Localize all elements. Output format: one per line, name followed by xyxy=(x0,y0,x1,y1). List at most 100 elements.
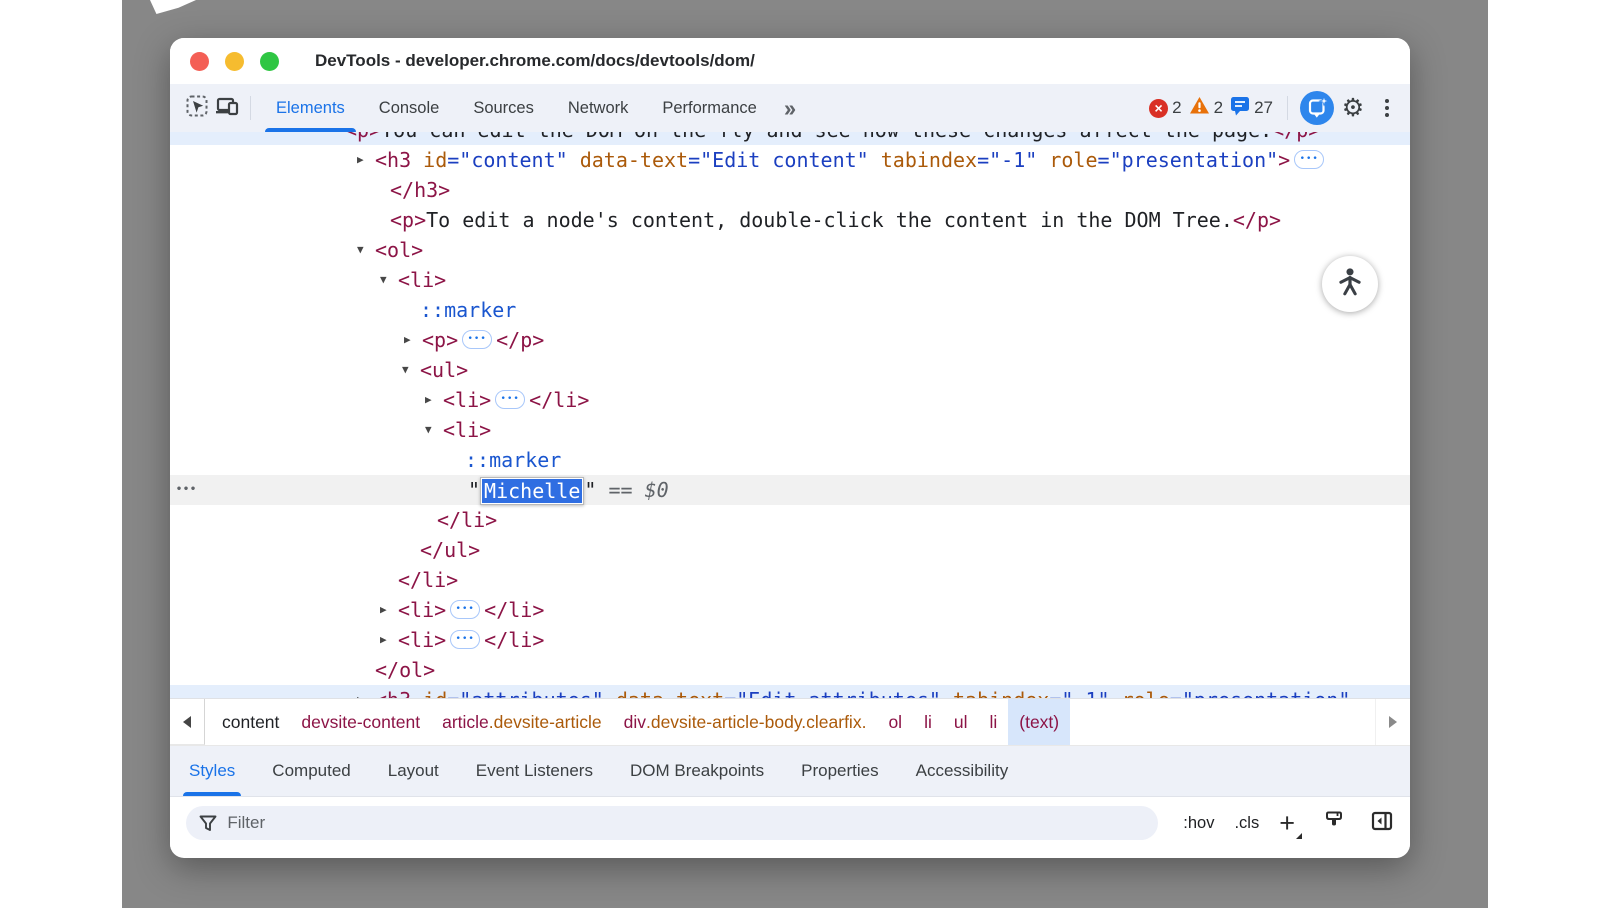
breadcrumb-scroll-left-button[interactable] xyxy=(170,699,205,745)
breadcrumb-item[interactable]: (text) xyxy=(1008,699,1070,745)
settings-button[interactable]: ⚙ xyxy=(1338,93,1368,123)
dom-tree-row[interactable]: </ol> xyxy=(170,655,1410,685)
inline-expand-icon[interactable]: ••• xyxy=(495,390,525,409)
dom-tree-row[interactable]: ▶ <h3 id="content" data-text="Edit conten… xyxy=(170,145,1410,175)
breadcrumb-scroll-right-button[interactable] xyxy=(1375,699,1410,745)
breadcrumb-item[interactable]: li xyxy=(913,699,943,745)
filter-input[interactable] xyxy=(225,812,1146,834)
breadcrumb-item[interactable]: ul xyxy=(943,699,979,745)
dom-node-text: <li>•••</li> xyxy=(398,625,544,655)
dom-node-text: <li>•••</li> xyxy=(443,385,589,415)
tab-elements[interactable]: Elements xyxy=(259,84,362,132)
dom-tree-row[interactable]: </h3> xyxy=(170,175,1410,205)
row-actions-icon[interactable]: ••• xyxy=(176,475,197,505)
sidebar-toggle-icon xyxy=(1370,809,1394,838)
dom-node-text: <li> xyxy=(398,265,446,295)
ai-assistance-button[interactable] xyxy=(1302,93,1332,123)
inline-expand-icon[interactable]: ••• xyxy=(450,600,480,619)
dom-node-text: </ul> xyxy=(420,535,480,565)
expand-arrow-icon[interactable]: ▶ xyxy=(357,685,364,698)
tab-dom-breakpoints[interactable]: DOM Breakpoints xyxy=(628,746,766,796)
expand-arrow-icon[interactable]: ▶ xyxy=(404,325,411,355)
dom-tree-row[interactable]: ▼<ol> xyxy=(170,235,1410,265)
error-count: 2 xyxy=(1172,98,1181,118)
tab-performance[interactable]: Performance xyxy=(645,84,773,132)
inspect-element-button[interactable] xyxy=(182,93,212,123)
dom-tree-row[interactable]: </li> xyxy=(170,565,1410,595)
dom-tree-row[interactable]: ▼<li> xyxy=(170,415,1410,445)
dom-tree-row[interactable]: ::marker xyxy=(170,445,1410,475)
screenshot-stage: DevTools - developer.chrome.com/docs/dev… xyxy=(0,0,1600,908)
toggle-sidebar-button[interactable] xyxy=(1368,809,1396,837)
issues-badge[interactable]: 27 xyxy=(1230,96,1273,121)
tab-layout[interactable]: Layout xyxy=(386,746,441,796)
dom-node-text: <h3 id="content" data-text="Edit content… xyxy=(375,145,1328,175)
close-window-button[interactable] xyxy=(190,52,209,71)
title-bar: DevTools - developer.chrome.com/docs/dev… xyxy=(170,38,1410,84)
issues-message-icon xyxy=(1230,96,1250,121)
tab-sources[interactable]: Sources xyxy=(456,84,551,132)
tab-event-listeners[interactable]: Event Listeners xyxy=(474,746,595,796)
dom-tree-row[interactable]: </ul> xyxy=(170,535,1410,565)
settings-gear-icon: ⚙ xyxy=(1342,96,1364,121)
styles-filter-field[interactable] xyxy=(186,806,1158,840)
errors-badge[interactable]: × 2 xyxy=(1149,98,1181,118)
expand-arrow-icon[interactable]: ▶ xyxy=(380,595,387,625)
dom-tree-row[interactable]: ▶ <li>•••</li> xyxy=(170,385,1410,415)
dom-tree-row[interactable]: ▶<h3 id="attributes" data-text="Edit att… xyxy=(170,685,1410,698)
dom-tree-row[interactable]: ▶ <p>•••</p> xyxy=(170,325,1410,355)
dom-node-text: <p>•••</p> xyxy=(422,325,544,355)
breadcrumb-item[interactable]: article.devsite-article xyxy=(431,699,613,745)
tab-network[interactable]: Network xyxy=(551,84,646,132)
dom-node-text: <p>To edit a node's content, double-clic… xyxy=(390,205,1281,235)
brush-icon xyxy=(1322,809,1346,838)
dom-tree-row[interactable]: ▼ <li> xyxy=(170,265,1410,295)
dom-tree-row[interactable]: •••"Michelle" == $0 xyxy=(170,475,1410,505)
collapse-arrow-icon[interactable]: ▼ xyxy=(357,235,364,265)
expand-arrow-icon[interactable]: ▶ xyxy=(380,625,387,655)
breadcrumb-item[interactable]: li xyxy=(978,699,1008,745)
text-node-edit-box[interactable]: Michelle xyxy=(480,477,584,505)
expand-arrow-icon[interactable]: ▶ xyxy=(425,385,432,415)
ai-assistance-icon xyxy=(1300,91,1334,125)
inline-expand-icon[interactable]: ••• xyxy=(1294,150,1324,169)
tab-computed[interactable]: Computed xyxy=(270,746,352,796)
minimize-window-button[interactable] xyxy=(225,52,244,71)
collapse-arrow-icon[interactable]: ▼ xyxy=(425,415,432,445)
inline-expand-icon[interactable]: ••• xyxy=(462,330,492,349)
breadcrumb-item[interactable]: ol xyxy=(877,699,913,745)
expand-arrow-icon[interactable]: ▶ xyxy=(357,145,364,175)
issues-count: 27 xyxy=(1254,98,1273,118)
main-toolbar: ElementsConsoleSourcesNetworkPerformance… xyxy=(170,84,1410,132)
tab-properties[interactable]: Properties xyxy=(799,746,880,796)
inline-expand-icon[interactable]: ••• xyxy=(450,630,480,649)
tab-console[interactable]: Console xyxy=(362,84,457,132)
tab-accessibility[interactable]: Accessibility xyxy=(914,746,1011,796)
element-classes-button[interactable]: .cls xyxy=(1234,814,1259,833)
dom-tree-row[interactable]: <p>You can edit the DOM on the fly and s… xyxy=(170,132,1410,145)
breadcrumb-item[interactable]: devsite-content xyxy=(290,699,431,745)
dom-tree-row[interactable]: ::marker xyxy=(170,295,1410,325)
dom-tree-row[interactable]: ▶<li>•••</li> xyxy=(170,595,1410,625)
tab-styles[interactable]: Styles xyxy=(187,746,237,796)
warning-icon xyxy=(1189,96,1210,120)
breadcrumb-item[interactable]: div.devsite-article-body.clearfix. xyxy=(613,699,878,745)
toggle-element-state-button[interactable]: :hov xyxy=(1183,814,1214,833)
warnings-badge[interactable]: 2 xyxy=(1189,96,1223,120)
more-tabs-button[interactable]: ›› xyxy=(774,95,803,122)
styles-filter-bar: :hov .cls + xyxy=(170,796,1410,849)
dom-tree-row[interactable]: </li> xyxy=(170,505,1410,535)
collapse-arrow-icon[interactable]: ▼ xyxy=(402,355,409,385)
collapse-arrow-icon[interactable]: ▼ xyxy=(380,265,387,295)
rendering-emulations-button[interactable] xyxy=(1320,809,1348,837)
device-toolbar-button[interactable] xyxy=(212,93,242,123)
dom-tree-row[interactable]: <p>To edit a node's content, double-clic… xyxy=(170,205,1410,235)
dom-tree-row[interactable]: ▼<ul> xyxy=(170,355,1410,385)
dom-tree-row[interactable]: ▶ <li>•••</li> xyxy=(170,625,1410,655)
maximize-window-button[interactable] xyxy=(260,52,279,71)
chevron-right-icon xyxy=(1389,716,1397,728)
breadcrumb-item[interactable]: content xyxy=(211,699,290,745)
new-style-rule-button[interactable]: + xyxy=(1279,810,1300,837)
customize-devtools-button[interactable] xyxy=(1374,93,1400,123)
status-badges: × 2 2 xyxy=(1149,96,1273,121)
